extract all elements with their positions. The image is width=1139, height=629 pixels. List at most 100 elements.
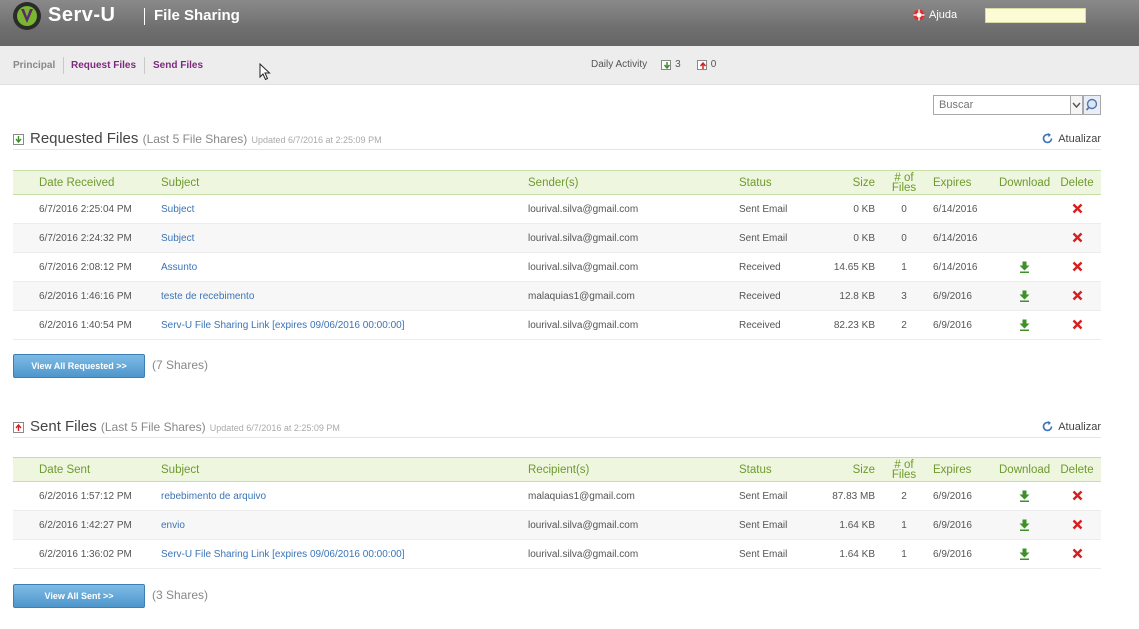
refresh-label: Atualizar <box>1058 420 1101 433</box>
cell-file-count: 2 <box>879 310 929 340</box>
nav-principal[interactable]: Principal <box>13 60 55 71</box>
user-box[interactable] <box>985 8 1086 23</box>
refresh-label: Atualizar <box>1058 132 1101 145</box>
cell-email: malaquias1@gmail.com <box>524 281 735 311</box>
nav-divider <box>63 57 64 74</box>
section-title: Requested Files (Last 5 File Shares) Upd… <box>30 130 382 147</box>
download-arrow-icon[interactable] <box>1019 319 1030 331</box>
delete-x-icon[interactable] <box>1072 232 1083 243</box>
col-recipients[interactable]: Recipient(s) <box>524 457 735 482</box>
delete-x-icon[interactable] <box>1072 203 1083 214</box>
cell-download[interactable] <box>995 252 1053 282</box>
cell-file-count: 1 <box>879 252 929 282</box>
help-label: Ajuda <box>929 9 958 21</box>
table-row: 6/2/2016 1:42:27 PM envio lourival.silva@g… <box>13 510 1101 540</box>
cell-email: lourival.silva@gmail.com <box>524 539 735 569</box>
cell-delete[interactable] <box>1053 194 1101 224</box>
cell-delete[interactable] <box>1053 223 1101 253</box>
search-dropdown[interactable] <box>1070 95 1083 115</box>
app-title: File Sharing <box>154 7 240 24</box>
subject-link[interactable]: Serv-U File Sharing Link [expires 09/06/… <box>157 539 524 569</box>
table-row: 6/2/2016 1:57:12 PM rebebimento de arquiv… <box>13 481 1101 511</box>
col-status[interactable]: Status <box>735 457 825 482</box>
col-status[interactable]: Status <box>735 170 825 195</box>
subject-link[interactable]: Subject <box>157 194 524 224</box>
nav-send-files[interactable]: Send Files <box>153 60 203 71</box>
requested-files-header: Requested Files (Last 5 File Shares) Upd… <box>13 130 1101 150</box>
col-date-sent[interactable]: Date Sent <box>13 457 157 482</box>
cell-expires: 6/9/2016 <box>929 539 995 569</box>
serv-u-logo[interactable] <box>12 1 42 31</box>
col-size[interactable]: Size <box>825 457 879 482</box>
cell-date: 6/2/2016 1:42:27 PM <box>13 510 157 540</box>
cell-expires: 6/14/2016 <box>929 194 995 224</box>
subject-link[interactable]: Serv-U File Sharing Link [expires 09/06/… <box>157 310 524 340</box>
requested-refresh-button[interactable]: Atualizar <box>1041 132 1101 145</box>
col-senders[interactable]: Sender(s) <box>524 170 735 195</box>
delete-x-icon[interactable] <box>1072 519 1083 530</box>
refresh-icon <box>1042 421 1053 432</box>
download-arrow-icon[interactable] <box>1019 290 1030 302</box>
cell-delete[interactable] <box>1053 481 1101 511</box>
view-all-requested-button[interactable]: View All Requested >> <box>13 354 145 378</box>
cell-size: 1.64 KB <box>825 510 879 540</box>
cell-email: malaquias1@gmail.com <box>524 481 735 511</box>
cell-download[interactable] <box>995 510 1053 540</box>
col-expires[interactable]: Expires <box>929 457 995 482</box>
cell-download[interactable] <box>995 310 1053 340</box>
help-link[interactable]: Ajuda <box>913 9 957 21</box>
col-delete: Delete <box>1053 457 1101 482</box>
download-arrow-icon[interactable] <box>1019 519 1030 531</box>
table-header-row: Date Received Subject Sender(s) Status S… <box>13 170 1101 195</box>
cell-download[interactable] <box>995 281 1053 311</box>
search-input[interactable] <box>933 95 1071 115</box>
delete-x-icon[interactable] <box>1072 290 1083 301</box>
cell-delete[interactable] <box>1053 281 1101 311</box>
delete-x-icon[interactable] <box>1072 548 1083 559</box>
section-title: Sent Files (Last 5 File Shares) Updated … <box>30 418 340 435</box>
daily-activity-label: Daily Activity <box>591 59 648 70</box>
subject-link[interactable]: Assunto <box>157 252 524 282</box>
subject-link[interactable]: envio <box>157 510 524 540</box>
download-arrow-icon[interactable] <box>1019 548 1030 560</box>
cell-delete[interactable] <box>1053 252 1101 282</box>
table-row: 6/7/2016 2:24:32 PM Subject lourival.silva… <box>13 223 1101 253</box>
col-subject[interactable]: Subject <box>157 170 524 195</box>
subject-link[interactable]: rebebimento de arquivo <box>157 481 524 511</box>
requested-shares-count: (7 Shares) <box>152 358 209 372</box>
delete-x-icon[interactable] <box>1072 490 1083 501</box>
download-arrow-icon[interactable] <box>1019 490 1030 502</box>
subject-link[interactable]: teste de recebimento <box>157 281 524 311</box>
nav-request-files[interactable]: Request Files <box>71 60 136 71</box>
delete-x-icon[interactable] <box>1072 261 1083 272</box>
nav-divider <box>144 57 145 74</box>
cell-date: 6/7/2016 2:08:12 PM <box>13 252 157 282</box>
col-num-files[interactable]: # of Files <box>879 457 929 482</box>
brand-divider <box>144 8 145 25</box>
subject-link[interactable]: Subject <box>157 223 524 253</box>
sent-files-header: Sent Files (Last 5 File Shares) Updated … <box>13 418 1101 438</box>
sent-refresh-button[interactable]: Atualizar <box>1041 420 1101 433</box>
col-download: Download <box>995 457 1053 482</box>
col-num-files[interactable]: # of Files <box>879 170 929 195</box>
cell-delete[interactable] <box>1053 539 1101 569</box>
download-arrow-icon[interactable] <box>1019 261 1030 273</box>
col-expires[interactable]: Expires <box>929 170 995 195</box>
cell-expires: 6/9/2016 <box>929 510 995 540</box>
cell-expires: 6/9/2016 <box>929 281 995 311</box>
cell-file-count: 0 <box>879 194 929 224</box>
upload-count: 0 <box>710 59 717 70</box>
delete-x-icon[interactable] <box>1072 319 1083 330</box>
cell-delete[interactable] <box>1053 310 1101 340</box>
search-button[interactable] <box>1083 95 1101 115</box>
cell-status: Sent Email <box>735 194 825 224</box>
col-subject[interactable]: Subject <box>157 457 524 482</box>
cell-download[interactable] <box>995 539 1053 569</box>
col-size[interactable]: Size <box>825 170 879 195</box>
sent-shares-count: (3 Shares) <box>152 588 209 602</box>
cell-download <box>995 223 1053 253</box>
view-all-sent-button[interactable]: View All Sent >> <box>13 584 145 608</box>
cell-delete[interactable] <box>1053 510 1101 540</box>
col-date-received[interactable]: Date Received <box>13 170 157 195</box>
cell-download[interactable] <box>995 481 1053 511</box>
